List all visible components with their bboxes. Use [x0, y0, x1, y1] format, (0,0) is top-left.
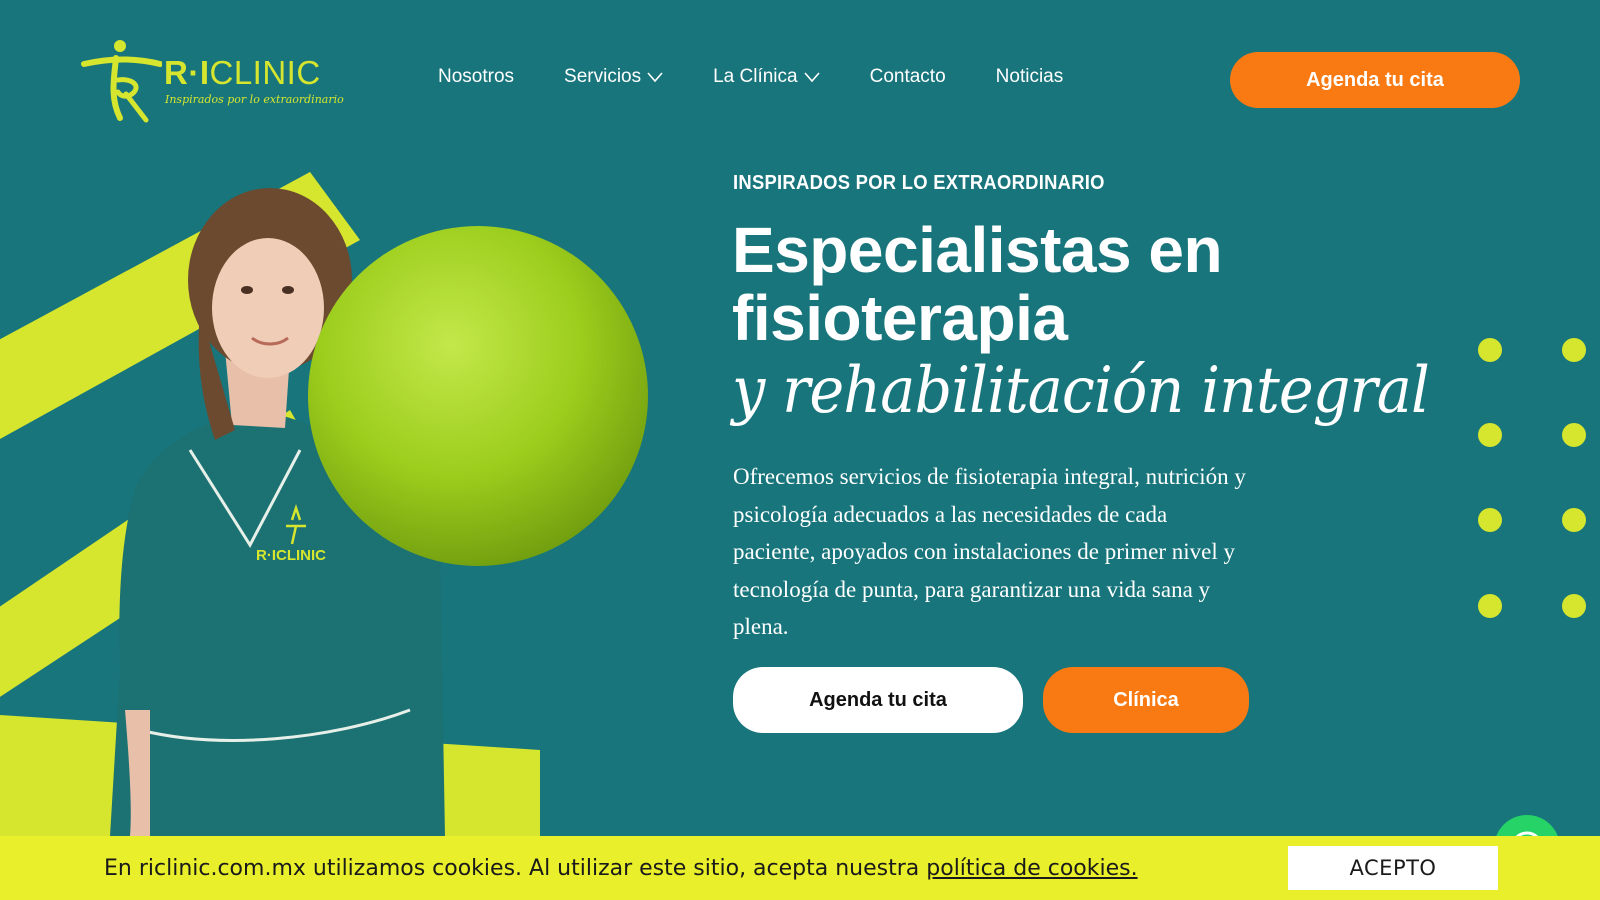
- decor-dot: [1478, 508, 1502, 532]
- hero-illustration: R·ICLINIC: [0, 172, 648, 836]
- nav-item-noticias[interactable]: Noticias: [996, 66, 1064, 88]
- nav-item-la-clinica[interactable]: La Clínica: [713, 66, 820, 88]
- nav-item-label: Noticias: [995, 66, 1064, 87]
- nav-item-label: Nosotros: [438, 66, 515, 87]
- nav-item-label: La Clínica: [713, 66, 798, 87]
- nav-item-servicios[interactable]: Servicios: [564, 66, 663, 88]
- logo-figure-icon: [81, 40, 162, 123]
- decor-dot: [1562, 338, 1586, 362]
- nav-item-contacto[interactable]: Contacto: [870, 66, 946, 88]
- decor-dot: [1562, 594, 1586, 618]
- decor-dot: [1562, 508, 1586, 532]
- chevron-down-icon: [804, 72, 820, 83]
- logo-wordmark: R·ICLINIC: [164, 54, 321, 91]
- cookie-banner: En riclinic.com.mx utilizamos cookies. A…: [0, 836, 1600, 900]
- decor-dot: [1478, 423, 1502, 447]
- decor-dot: [1478, 338, 1502, 362]
- hero-agenda-button[interactable]: Agenda tu cita: [733, 667, 1023, 733]
- header-agenda-button[interactable]: Agenda tu cita: [1230, 52, 1520, 108]
- decor-dot: [1562, 423, 1586, 447]
- logo-tagline: Inspirados por lo extraordinario: [165, 93, 344, 106]
- uniform-logo-text: R·ICLINIC: [256, 547, 326, 564]
- green-ball: [308, 226, 648, 566]
- hero-clinica-button[interactable]: Clínica: [1043, 667, 1249, 733]
- hero-headline-italic: y rehabilitación integral: [732, 354, 1430, 428]
- site-logo[interactable]: R·ICLINIC Inspirados por lo extraordinar…: [80, 38, 344, 124]
- nav-item-label: Servicios: [564, 66, 642, 87]
- decor-dot: [1478, 594, 1502, 618]
- hero-image: R·ICLINIC: [0, 150, 700, 836]
- chevron-down-icon: [647, 72, 663, 83]
- hero-description: Ofrecemos servicios de fisioterapia inte…: [733, 464, 1246, 639]
- cookie-message: En riclinic.com.mx utilizamos cookies. A…: [104, 856, 1138, 881]
- nav-item-nosotros[interactable]: Nosotros: [438, 66, 514, 88]
- cookie-policy-link[interactable]: política de cookies.: [926, 856, 1137, 881]
- nav-item-label: Contacto: [869, 66, 946, 87]
- hero-headline: Especialistas en fisioterapia: [732, 214, 1223, 354]
- cookie-text: En riclinic.com.mx utilizamos cookies. A…: [104, 856, 927, 881]
- hero-eyebrow: INSPIRADOS POR LO EXTRAORDINARIO: [733, 172, 1105, 194]
- cookie-accept-button[interactable]: ACEPTO: [1288, 846, 1498, 890]
- main-nav: Nosotros Servicios La Clínica Contacto N…: [438, 66, 1063, 88]
